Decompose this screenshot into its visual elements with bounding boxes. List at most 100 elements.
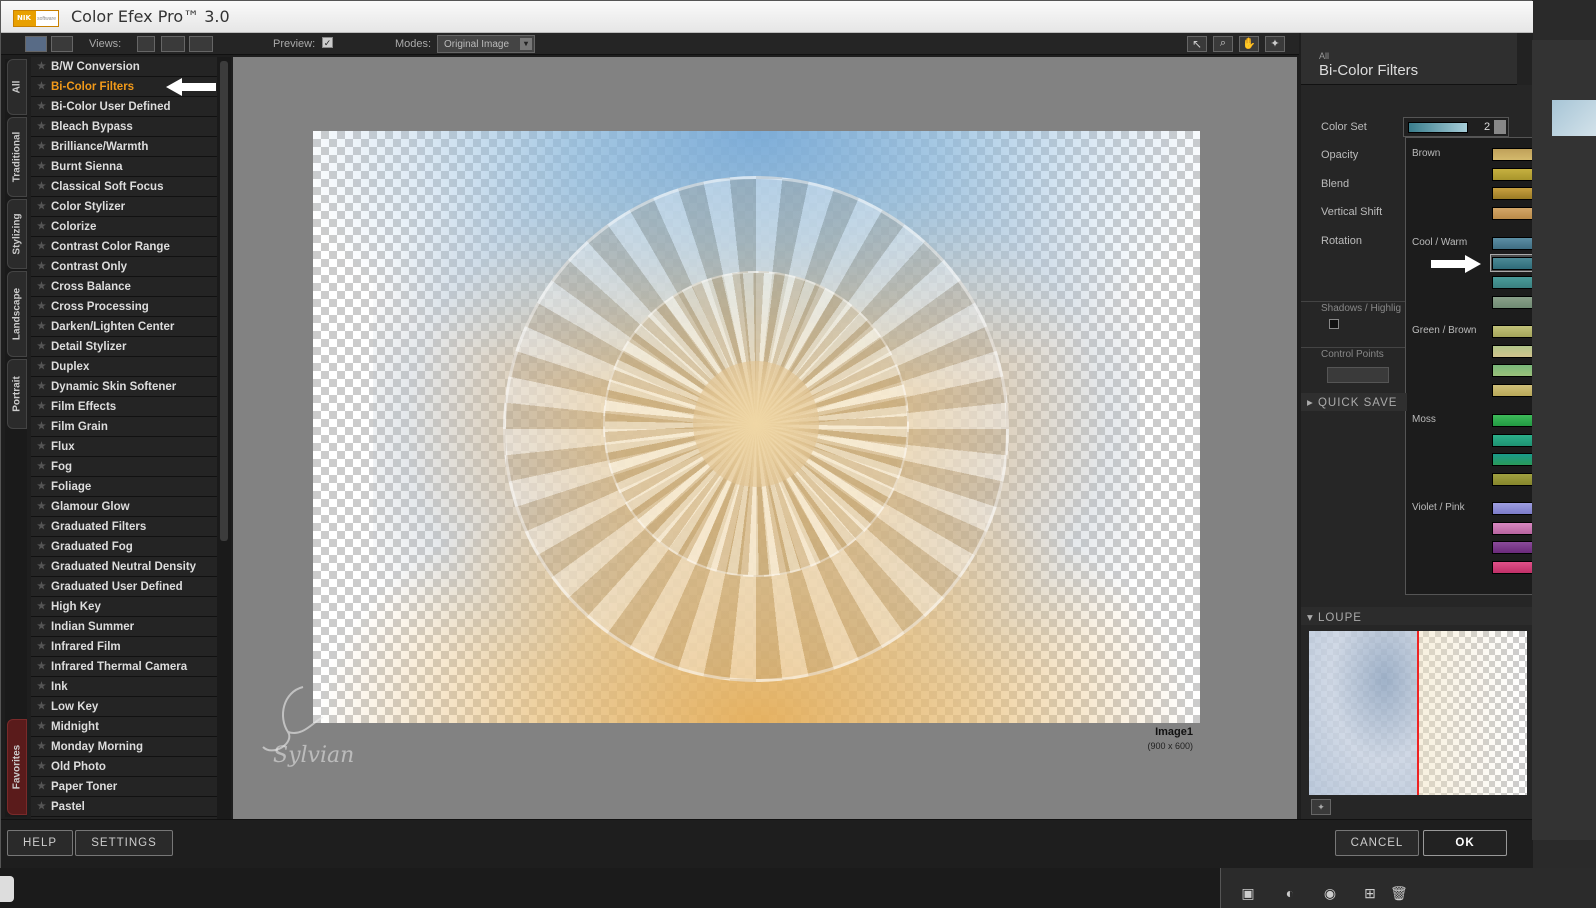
star-icon[interactable]: ★	[37, 757, 46, 777]
filter-item[interactable]: ★ Classical Soft Focus	[31, 177, 217, 197]
loupe-view[interactable]	[1309, 631, 1527, 795]
star-icon[interactable]: ★	[37, 137, 46, 157]
filter-item[interactable]: ★ Indian Summer	[31, 617, 217, 637]
filter-list-scrollbar[interactable]	[217, 57, 231, 819]
star-icon[interactable]: ★	[37, 257, 46, 277]
star-icon[interactable]: ★	[37, 557, 46, 577]
star-icon[interactable]: ★	[37, 517, 46, 537]
filter-item[interactable]: ★ Dynamic Skin Softener	[31, 377, 217, 397]
star-icon[interactable]: ★	[37, 117, 46, 137]
filter-item[interactable]: ★ Cross Balance	[31, 277, 217, 297]
shadows-slider[interactable]	[1329, 319, 1339, 329]
star-icon[interactable]: ★	[37, 337, 46, 357]
filter-item[interactable]: ★ High Key	[31, 597, 217, 617]
settings-button[interactable]: SETTINGS	[75, 830, 173, 856]
light-icon[interactable]: ✦	[1265, 36, 1285, 52]
star-icon[interactable]: ★	[37, 397, 46, 417]
star-icon[interactable]: ★	[37, 297, 46, 317]
preview-checkbox[interactable]: ✓	[322, 37, 333, 48]
filter-item[interactable]: ★ Pastel	[31, 797, 217, 817]
star-icon[interactable]: ★	[37, 617, 46, 637]
mask-icon[interactable]: ◉	[1322, 885, 1338, 901]
star-icon[interactable]: ★	[37, 437, 46, 457]
host-tab-icon[interactable]	[0, 876, 14, 902]
filter-item[interactable]: ★ Bi-Color User Defined	[31, 97, 217, 117]
filter-item[interactable]: ★ Glamour Glow	[31, 497, 217, 517]
filter-item[interactable]: ★ Colorize	[31, 217, 217, 237]
ok-button[interactable]: OK	[1423, 830, 1507, 856]
filter-item[interactable]: ★ Graduated Filters	[31, 517, 217, 537]
tab-stylizing[interactable]: Stylizing	[7, 199, 27, 269]
single-view-icon[interactable]	[25, 36, 47, 52]
tab-landscape[interactable]: Landscape	[7, 271, 27, 357]
header-scrollbar[interactable]	[1517, 33, 1533, 85]
star-icon[interactable]: ★	[37, 677, 46, 697]
filter-item[interactable]: ★ Monday Morning	[31, 737, 217, 757]
filter-item[interactable]: ★ Foliage	[31, 477, 217, 497]
star-icon[interactable]: ★	[37, 577, 46, 597]
filter-item[interactable]: ★ Detail Stylizer	[31, 337, 217, 357]
filter-item[interactable]: ★ Color Stylizer	[31, 197, 217, 217]
star-icon[interactable]: ★	[37, 157, 46, 177]
star-icon[interactable]: ★	[37, 237, 46, 257]
arrow-pointer-icon[interactable]: ↖	[1187, 36, 1207, 52]
filter-item[interactable]: ★ Infrared Thermal Camera	[31, 657, 217, 677]
filter-item[interactable]: ★ Cross Processing	[31, 297, 217, 317]
star-icon[interactable]: ★	[37, 737, 46, 757]
star-icon[interactable]: ★	[37, 537, 46, 557]
tab-all[interactable]: All	[7, 59, 27, 115]
filter-item[interactable]: ★ Graduated Neutral Density	[31, 557, 217, 577]
preview-image[interactable]	[313, 131, 1200, 723]
star-icon[interactable]: ★	[37, 697, 46, 717]
star-icon[interactable]: ★	[37, 197, 46, 217]
filter-item[interactable]: ★ Burnt Sienna	[31, 157, 217, 177]
filter-item[interactable]: ★ Contrast Only	[31, 257, 217, 277]
tab-traditional[interactable]: Traditional	[7, 117, 27, 197]
star-icon[interactable]: ★	[37, 277, 46, 297]
star-icon[interactable]: ★	[37, 177, 46, 197]
cancel-button[interactable]: CANCEL	[1335, 830, 1419, 856]
filter-item[interactable]: ★ B/W Conversion	[31, 57, 217, 77]
star-icon[interactable]: ★	[37, 317, 46, 337]
view-split-button[interactable]	[161, 36, 185, 52]
star-icon[interactable]: ★	[37, 377, 46, 397]
filter-item[interactable]: ★ Graduated Fog	[31, 537, 217, 557]
star-icon[interactable]: ★	[37, 717, 46, 737]
star-icon[interactable]: ★	[37, 57, 46, 77]
add-control-point-button[interactable]	[1327, 367, 1389, 383]
filter-item[interactable]: ★ Low Key	[31, 697, 217, 717]
star-icon[interactable]: ★	[37, 77, 46, 97]
pin-icon[interactable]: ✦	[1311, 799, 1331, 815]
crop-icon[interactable]: ⊞	[1362, 885, 1378, 901]
view-single-button[interactable]	[137, 36, 155, 52]
star-icon[interactable]: ★	[37, 657, 46, 677]
star-icon[interactable]: ★	[37, 417, 46, 437]
filter-item[interactable]: ★ Contrast Color Range	[31, 237, 217, 257]
filter-item[interactable]: ★ Graduated User Defined	[31, 577, 217, 597]
star-icon[interactable]: ★	[37, 217, 46, 237]
filter-item[interactable]: ★ Film Grain	[31, 417, 217, 437]
star-icon[interactable]: ★	[37, 797, 46, 817]
filter-item[interactable]: ★ Darken/Lighten Center	[31, 317, 217, 337]
filter-item[interactable]: ★ Flux	[31, 437, 217, 457]
adjust-icon[interactable]: ◐	[1282, 885, 1298, 901]
help-button[interactable]: HELP	[7, 830, 73, 856]
star-icon[interactable]: ★	[37, 777, 46, 797]
layers-icon[interactable]: ▣	[1240, 885, 1256, 901]
star-icon[interactable]: ★	[37, 477, 46, 497]
modes-select[interactable]: Original Image ▾	[437, 35, 535, 53]
tab-favorites[interactable]: Favorites	[7, 719, 27, 815]
view-side-by-side-button[interactable]	[189, 36, 213, 52]
preview-canvas[interactable]: Image1 (900 x 600) Sylviane	[233, 57, 1297, 821]
filter-item[interactable]: ★ Duplex	[31, 357, 217, 377]
star-icon[interactable]: ★	[37, 357, 46, 377]
tab-portrait[interactable]: Portrait	[7, 359, 27, 429]
filter-item[interactable]: ★ Paper Toner	[31, 777, 217, 797]
quick-save-header[interactable]: ▸ QUICK SAVE	[1301, 393, 1407, 411]
filter-item[interactable]: ★ Midnight	[31, 717, 217, 737]
filter-item[interactable]: ★ Infrared Film	[31, 637, 217, 657]
scroll-thumb[interactable]	[220, 61, 228, 541]
chevron-down-icon[interactable]	[1494, 120, 1506, 134]
filter-item[interactable]: ★ Film Effects	[31, 397, 217, 417]
star-icon[interactable]: ★	[37, 457, 46, 477]
